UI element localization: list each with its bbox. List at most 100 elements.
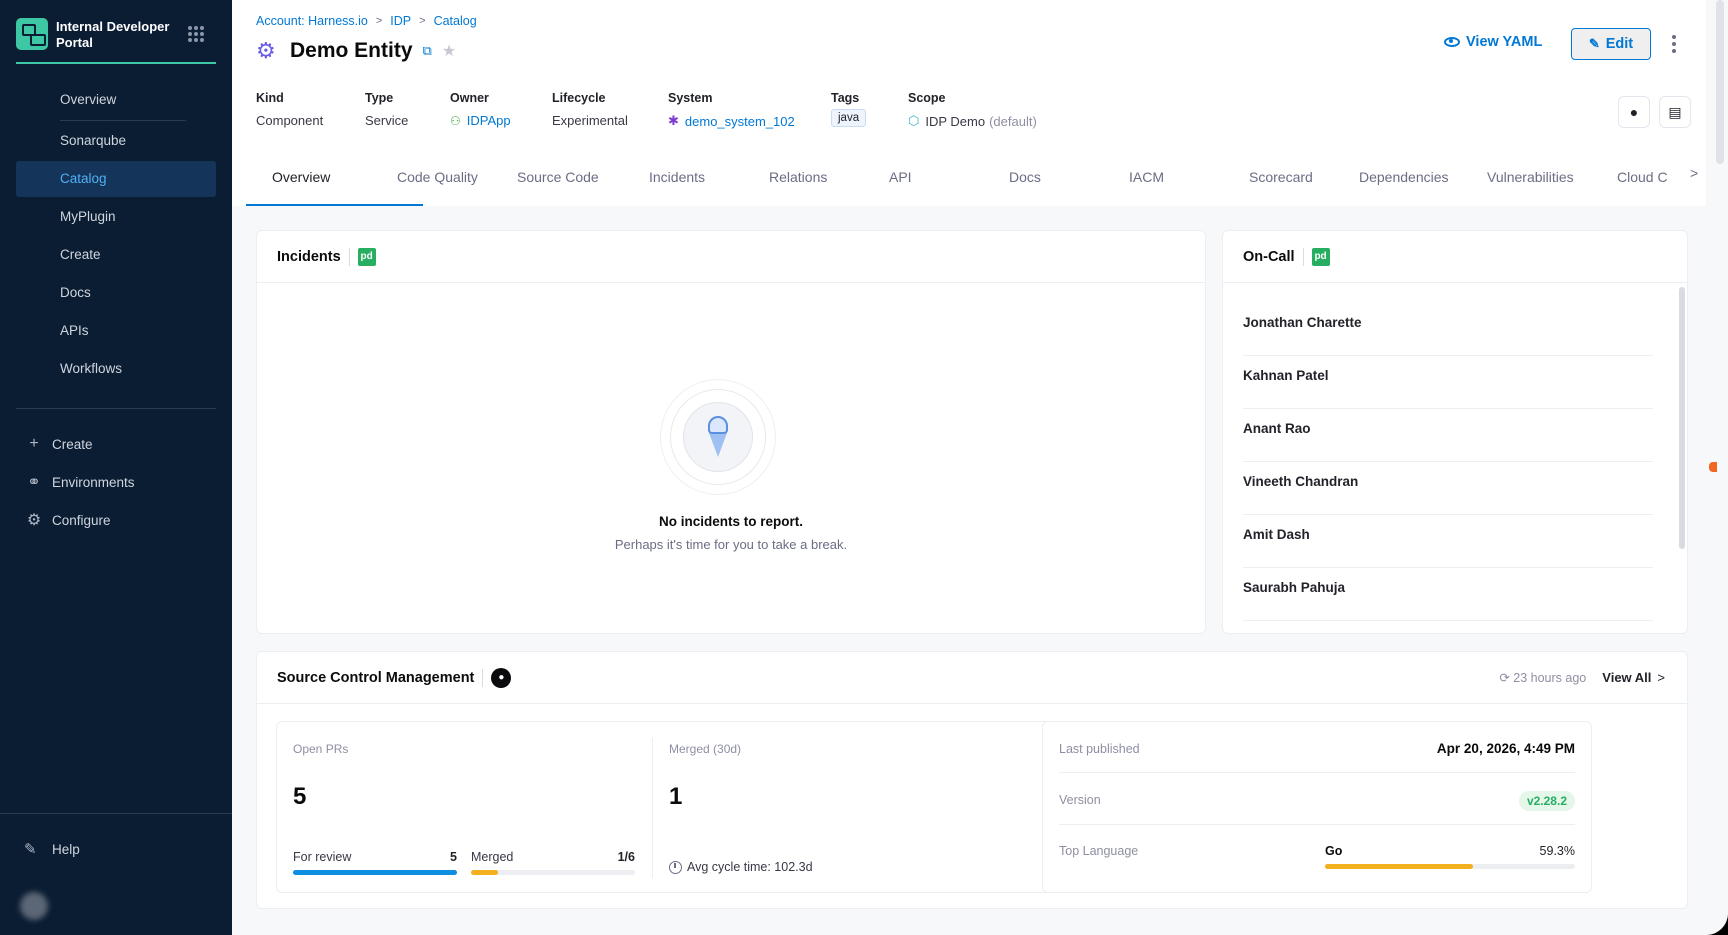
title-row: ⚙ Demo Entity ⧉ ★ bbox=[256, 38, 456, 64]
app-grid-icon[interactable] bbox=[188, 26, 204, 42]
main-content: Account: Harness.io > IDP > Catalog ⚙ De… bbox=[232, 0, 1728, 935]
tab-scorecard[interactable]: Scorecard bbox=[1249, 160, 1359, 206]
help-link[interactable]: ✎ Help bbox=[24, 840, 80, 858]
breadcrumb-account[interactable]: Account: Harness.io bbox=[256, 14, 368, 28]
sidebar-item-create[interactable]: Create bbox=[16, 237, 216, 273]
chevron-right-icon: > bbox=[419, 15, 426, 27]
page-title: Demo Entity bbox=[290, 39, 413, 62]
sidebar-environments[interactable]: ⚭ Environments bbox=[16, 463, 216, 501]
meta-tags: Tags java bbox=[831, 91, 867, 127]
meta-owner-link[interactable]: ⚇ IDPApp bbox=[450, 113, 511, 128]
meta-system-link[interactable]: ✱ demo_system_102 bbox=[668, 113, 795, 129]
tab-incidents[interactable]: Incidents bbox=[649, 160, 769, 206]
tab-dependencies[interactable]: Dependencies bbox=[1359, 160, 1487, 206]
oncall-scrollbar[interactable] bbox=[1679, 287, 1685, 549]
meta-owner-value: IDPApp bbox=[466, 113, 511, 128]
entity-header: Account: Harness.io > IDP > Catalog ⚙ De… bbox=[232, 0, 1706, 206]
list-item[interactable]: Amit Dash bbox=[1243, 515, 1653, 568]
version-label: Version bbox=[1059, 793, 1101, 807]
tabs-scroll-right-icon[interactable]: > bbox=[1690, 165, 1698, 181]
document-icon[interactable]: ▤ bbox=[1659, 96, 1691, 128]
meta-scope: Scope ⬡ IDP Demo (default) bbox=[908, 91, 1037, 129]
pagerduty-icon: pd bbox=[1311, 247, 1330, 266]
refresh-timestamp[interactable]: ⟳ 23 hours ago bbox=[1499, 670, 1586, 685]
meta-scope-value: IDP Demo bbox=[925, 113, 986, 129]
tab-cloud[interactable]: Cloud C bbox=[1617, 160, 1667, 206]
app-window: Internal Developer Portal Overview Sonar… bbox=[0, 0, 1728, 935]
oncall-card: On-Call pd Jonathan Charette Kahnan Pate… bbox=[1222, 230, 1688, 634]
system-icon: ✱ bbox=[668, 113, 679, 128]
nav-divider bbox=[60, 120, 186, 121]
edit-button[interactable]: ✎ Edit bbox=[1571, 28, 1651, 60]
tab-source-code[interactable]: Source Code bbox=[517, 160, 649, 206]
page-scrollbar[interactable] bbox=[1716, 0, 1724, 164]
sidebar-item-workflows[interactable]: Workflows bbox=[16, 351, 216, 387]
chevron-right-icon[interactable]: > bbox=[1657, 670, 1665, 685]
tab-relations[interactable]: Relations bbox=[769, 160, 889, 206]
meta-kind-value: Component bbox=[256, 113, 324, 128]
tab-api[interactable]: API bbox=[889, 160, 1009, 206]
pagerduty-icon: pd bbox=[357, 247, 376, 266]
merged-30d-value: 1 bbox=[669, 783, 683, 810]
brand-title: Internal Developer Portal bbox=[56, 19, 170, 50]
more-options-icon[interactable] bbox=[1668, 32, 1680, 56]
oncall-list: Jonathan Charette Kahnan Patel Anant Rao… bbox=[1243, 303, 1653, 621]
oncall-card-header: On-Call pd bbox=[1223, 231, 1687, 283]
for-review-bar-fill bbox=[293, 870, 457, 875]
sidebar-create-label: Create bbox=[52, 436, 93, 452]
list-item[interactable]: Vineeth Chandran bbox=[1243, 462, 1653, 515]
scm-card: Source Control Management ● ⟳ 23 hours a… bbox=[256, 651, 1688, 909]
view-all-link[interactable]: View All bbox=[1602, 670, 1651, 685]
list-item[interactable]: Saurabh Pahuja bbox=[1243, 568, 1653, 621]
github-icon[interactable]: ● bbox=[1618, 96, 1650, 128]
breadcrumb-idp[interactable]: IDP bbox=[390, 14, 411, 28]
top-language-bar bbox=[1325, 864, 1575, 869]
sidebar-create[interactable]: + Create bbox=[16, 425, 216, 463]
sidebar-item-docs[interactable]: Docs bbox=[16, 275, 216, 311]
meta-scope-suffix: (default) bbox=[989, 113, 1037, 129]
sidebar-item-catalog[interactable]: Catalog bbox=[16, 161, 216, 197]
list-item[interactable]: Anant Rao bbox=[1243, 409, 1653, 462]
top-language-value: 59.3% bbox=[1539, 844, 1575, 858]
merged-30d-label: Merged (30d) bbox=[669, 742, 742, 756]
copy-icon[interactable]: ⧉ bbox=[423, 43, 432, 59]
row-divider bbox=[1059, 824, 1575, 825]
sidebar-item-overview[interactable]: Overview bbox=[16, 82, 216, 118]
pr-stats-panel: Open PRs 5 For review 5 Merged 1/6 Merge… bbox=[276, 721, 1099, 893]
merged-label: Merged bbox=[471, 850, 514, 864]
meta-scope-label: Scope bbox=[908, 91, 946, 105]
view-yaml-button[interactable]: View YAML bbox=[1444, 34, 1542, 50]
tag-chip[interactable]: java bbox=[831, 109, 867, 127]
list-item[interactable]: Kahnan Patel bbox=[1243, 356, 1653, 409]
user-profile[interactable] bbox=[20, 892, 56, 920]
clock-icon bbox=[669, 860, 682, 874]
star-icon[interactable]: ★ bbox=[442, 41, 456, 61]
merged-bar-fill bbox=[471, 870, 499, 875]
scm-title: Source Control Management bbox=[277, 669, 475, 686]
brand[interactable]: Internal Developer Portal bbox=[16, 18, 216, 64]
meta-kind: Kind Component bbox=[256, 91, 323, 128]
version-badge: v2.28.2 bbox=[1518, 791, 1575, 811]
feedback-tab[interactable] bbox=[1709, 462, 1717, 472]
sidebar-secondary: + Create ⚭ Environments ⚙ Configure bbox=[16, 425, 216, 539]
tab-docs[interactable]: Docs bbox=[1009, 160, 1129, 206]
meta-tags-label: Tags bbox=[831, 91, 860, 105]
avg-cycle-text: Avg cycle time: 102.3d bbox=[687, 860, 813, 874]
sidebar-configure[interactable]: ⚙ Configure bbox=[16, 501, 216, 539]
sidebar-item-apis[interactable]: APIs bbox=[16, 313, 216, 349]
tab-overview[interactable]: Overview bbox=[246, 160, 423, 206]
component-gear-icon: ⚙ bbox=[256, 38, 276, 63]
tab-iacm[interactable]: IACM bbox=[1129, 160, 1249, 206]
sidebar-item-sonarqube[interactable]: Sonarqube bbox=[16, 123, 216, 159]
tab-vulnerabilities[interactable]: Vulnerabilities bbox=[1487, 160, 1617, 206]
entity-tabs: Overview Code Quality Source Code Incide… bbox=[246, 160, 1667, 206]
meta-lifecycle-value: Experimental bbox=[552, 113, 628, 128]
for-review-bar bbox=[293, 870, 457, 875]
breadcrumb-catalog[interactable]: Catalog bbox=[434, 14, 477, 28]
last-published-label: Last published bbox=[1059, 742, 1140, 756]
tab-code-quality[interactable]: Code Quality bbox=[397, 160, 517, 206]
top-language-bar-fill bbox=[1325, 864, 1474, 869]
list-item[interactable]: Jonathan Charette bbox=[1243, 303, 1653, 356]
sidebar-item-myplugin[interactable]: MyPlugin bbox=[16, 199, 216, 235]
gear-icon: ⚙ bbox=[26, 512, 42, 529]
